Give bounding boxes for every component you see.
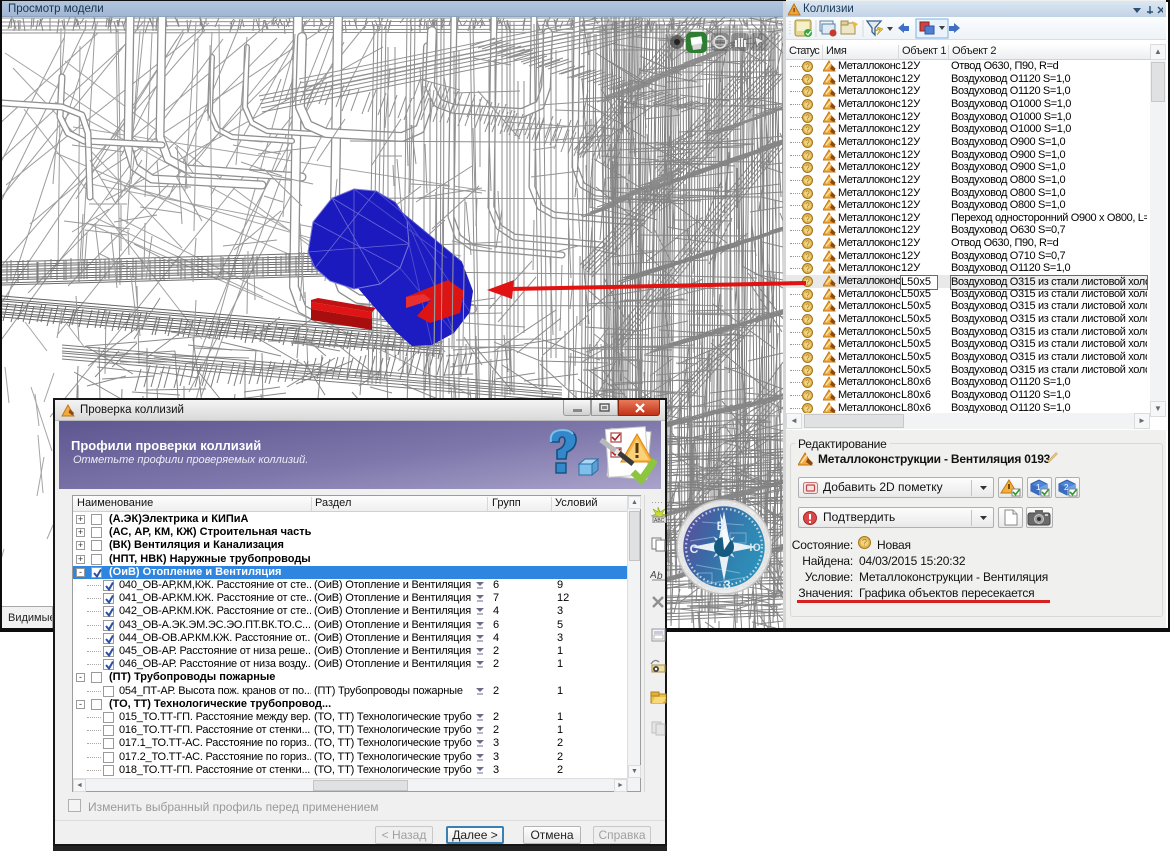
svg-text:С: С xyxy=(690,542,699,556)
svg-text:З: З xyxy=(723,578,731,592)
svg-text:?: ? xyxy=(805,353,810,362)
svg-text:1: 1 xyxy=(1036,483,1041,492)
svg-text:?: ? xyxy=(805,303,810,312)
svg-text:?: ? xyxy=(805,341,810,350)
svg-text:?: ? xyxy=(805,113,810,122)
svg-text:?: ? xyxy=(805,315,810,324)
svg-text:?: ? xyxy=(805,62,810,71)
svg-text:?: ? xyxy=(805,239,810,248)
svg-text:?: ? xyxy=(805,189,810,198)
svg-text:?: ? xyxy=(862,538,867,548)
svg-text:?: ? xyxy=(805,404,810,413)
svg-text:2: 2 xyxy=(1064,483,1069,492)
svg-text:?: ? xyxy=(805,265,810,274)
svg-text:?: ? xyxy=(805,100,810,109)
svg-text:?: ? xyxy=(805,202,810,211)
svg-text:Ю: Ю xyxy=(749,542,760,554)
svg-text:?: ? xyxy=(805,176,810,185)
svg-text:?: ? xyxy=(805,252,810,261)
svg-text:?: ? xyxy=(805,328,810,337)
svg-text:В: В xyxy=(717,519,726,533)
svg-text:?: ? xyxy=(805,151,810,160)
svg-text:?: ? xyxy=(805,126,810,135)
svg-text:?: ? xyxy=(805,214,810,223)
svg-text:?: ? xyxy=(805,290,810,299)
svg-text:?: ? xyxy=(805,391,810,400)
svg-text:?: ? xyxy=(805,164,810,173)
svg-text:?: ? xyxy=(805,227,810,236)
svg-text:ABC: ABC xyxy=(654,518,665,523)
svg-text:?: ? xyxy=(805,366,810,375)
svg-text:?: ? xyxy=(805,75,810,84)
svg-text:?: ? xyxy=(805,88,810,97)
svg-text:?: ? xyxy=(805,379,810,388)
svg-text:?: ? xyxy=(805,277,810,286)
svg-text:A: A xyxy=(650,570,657,581)
svg-text:?: ? xyxy=(805,138,810,147)
